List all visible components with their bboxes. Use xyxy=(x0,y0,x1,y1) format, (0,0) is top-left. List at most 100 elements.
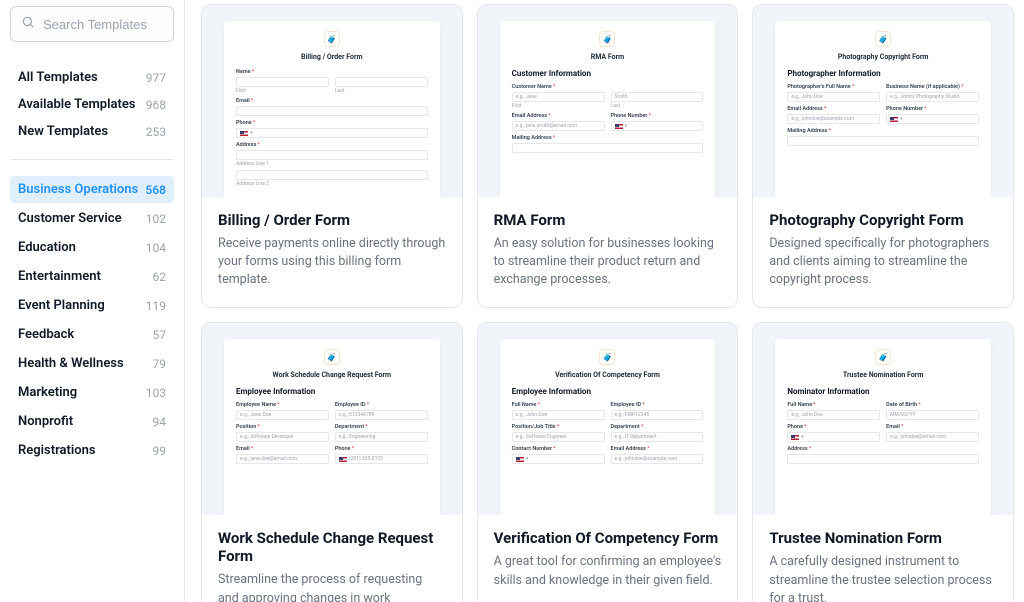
preview-section: Photographer Information xyxy=(787,69,979,78)
card-title: Billing / Order Form xyxy=(218,211,446,229)
template-preview: 🧳 Photography Copyright Form Photographe… xyxy=(753,5,1013,197)
stat-available-templates[interactable]: Available Templates 968 xyxy=(10,91,174,118)
template-card[interactable]: 🧳 Verification Of Competency Form Employ… xyxy=(477,322,739,602)
template-preview: 🧳 Billing / Order Form Name First Last E… xyxy=(202,5,462,197)
category-health-wellness[interactable]: Health & Wellness 79 xyxy=(10,350,174,377)
card-description: A great tool for confirming an employee'… xyxy=(494,553,722,589)
card-description: Receive payments online directly through… xyxy=(218,235,446,289)
card-description: A carefully designed instrument to strea… xyxy=(769,553,997,602)
category-count: 568 xyxy=(145,183,166,197)
template-preview: 🧳 Work Schedule Change Request Form Empl… xyxy=(202,323,462,515)
search-input-wrapper[interactable] xyxy=(10,6,174,42)
preview-title: Trustee Nomination Form xyxy=(787,371,979,379)
briefcase-icon: 🧳 xyxy=(875,31,891,47)
template-preview: 🧳 Verification Of Competency Form Employ… xyxy=(478,323,738,515)
category-count: 57 xyxy=(153,328,167,342)
template-card[interactable]: 🧳 Work Schedule Change Request Form Empl… xyxy=(201,322,463,602)
card-description: Designed specifically for photographers … xyxy=(769,235,997,289)
preview-title: Billing / Order Form xyxy=(236,53,428,61)
preview-title: RMA Form xyxy=(512,53,704,61)
search-icon xyxy=(21,15,35,33)
stat-label: Available Templates xyxy=(18,97,136,112)
stat-count: 253 xyxy=(146,125,166,139)
stat-label: All Templates xyxy=(18,70,98,85)
preview-section: Employee Information xyxy=(236,387,428,396)
card-body: Photography Copyright Form Designed spec… xyxy=(753,197,1013,307)
card-title: Work Schedule Change Request Form xyxy=(218,529,446,565)
preview-section: Employee Information xyxy=(512,387,704,396)
category-count: 94 xyxy=(153,415,167,429)
category-count: 104 xyxy=(146,241,166,255)
category-label: Marketing xyxy=(18,385,77,400)
card-title: Verification Of Competency Form xyxy=(494,529,722,547)
preview-section: Customer Information xyxy=(512,69,704,78)
template-preview: 🧳 Trustee Nomination Form Nominator Info… xyxy=(753,323,1013,515)
category-count: 102 xyxy=(146,212,166,226)
card-description: Streamline the process of requesting and… xyxy=(218,571,446,602)
card-title: Trustee Nomination Form xyxy=(769,529,997,547)
category-feedback[interactable]: Feedback 57 xyxy=(10,321,174,348)
template-preview: 🧳 RMA Form Customer Information Customer… xyxy=(478,5,738,197)
category-registrations[interactable]: Registrations 99 xyxy=(10,437,174,464)
stat-label: New Templates xyxy=(18,124,108,139)
category-label: Registrations xyxy=(18,443,96,458)
card-body: Work Schedule Change Request Form Stream… xyxy=(202,515,462,602)
stat-all-templates[interactable]: All Templates 977 xyxy=(10,64,174,91)
stat-count: 977 xyxy=(146,71,166,85)
card-body: Billing / Order Form Receive payments on… xyxy=(202,197,462,307)
template-card[interactable]: 🧳 Billing / Order Form Name First Last E… xyxy=(201,4,463,308)
preview-paper: 🧳 Trustee Nomination Form Nominator Info… xyxy=(775,339,991,515)
preview-paper: 🧳 Verification Of Competency Form Employ… xyxy=(500,339,716,515)
category-label: Health & Wellness xyxy=(18,356,124,371)
card-body: RMA Form An easy solution for businesses… xyxy=(478,197,738,307)
preview-paper: 🧳 Billing / Order Form Name First Last E… xyxy=(224,21,440,197)
sidebar-separator xyxy=(10,159,174,160)
category-business-operations[interactable]: Business Operations 568 xyxy=(10,176,174,203)
category-customer-service[interactable]: Customer Service 102 xyxy=(10,205,174,232)
card-description: An easy solution for businesses looking … xyxy=(494,235,722,289)
category-label: Event Planning xyxy=(18,298,105,313)
category-label: Feedback xyxy=(18,327,74,342)
category-count: 62 xyxy=(153,270,167,284)
category-label: Nonprofit xyxy=(18,414,73,429)
category-label: Customer Service xyxy=(18,211,122,226)
category-nonprofit[interactable]: Nonprofit 94 xyxy=(10,408,174,435)
category-marketing[interactable]: Marketing 103 xyxy=(10,379,174,406)
category-entertainment[interactable]: Entertainment 62 xyxy=(10,263,174,290)
category-label: Entertainment xyxy=(18,269,101,284)
search-input[interactable] xyxy=(43,17,163,32)
category-count: 119 xyxy=(146,299,166,313)
briefcase-icon: 🧳 xyxy=(324,349,340,365)
stat-new-templates[interactable]: New Templates 253 xyxy=(10,118,174,145)
category-label: Education xyxy=(18,240,76,255)
template-card[interactable]: 🧳 RMA Form Customer Information Customer… xyxy=(477,4,739,308)
preview-title: Work Schedule Change Request Form xyxy=(236,371,428,379)
briefcase-icon: 🧳 xyxy=(875,349,891,365)
briefcase-icon: 🧳 xyxy=(599,31,615,47)
category-count: 103 xyxy=(146,386,166,400)
category-event-planning[interactable]: Event Planning 119 xyxy=(10,292,174,319)
card-title: Photography Copyright Form xyxy=(769,211,997,229)
category-count: 79 xyxy=(153,357,167,371)
preview-paper: 🧳 Photography Copyright Form Photographe… xyxy=(775,21,991,197)
category-count: 99 xyxy=(153,444,167,458)
template-grid: 🧳 Billing / Order Form Name First Last E… xyxy=(201,4,1014,602)
preview-paper: 🧳 Work Schedule Change Request Form Empl… xyxy=(224,339,440,515)
card-title: RMA Form xyxy=(494,211,722,229)
card-body: Verification Of Competency Form A great … xyxy=(478,515,738,602)
preview-section: Nominator Information xyxy=(787,387,979,396)
category-label: Business Operations xyxy=(18,182,138,197)
preview-paper: 🧳 RMA Form Customer Information Customer… xyxy=(500,21,716,197)
briefcase-icon: 🧳 xyxy=(324,31,340,47)
category-list: Business Operations 568 Customer Service… xyxy=(10,176,174,464)
preview-title: Verification Of Competency Form xyxy=(512,371,704,379)
category-education[interactable]: Education 104 xyxy=(10,234,174,261)
template-card[interactable]: 🧳 Photography Copyright Form Photographe… xyxy=(752,4,1014,308)
template-card[interactable]: 🧳 Trustee Nomination Form Nominator Info… xyxy=(752,322,1014,602)
briefcase-icon: 🧳 xyxy=(599,349,615,365)
card-body: Trustee Nomination Form A carefully desi… xyxy=(753,515,1013,602)
top-stats: All Templates 977 Available Templates 96… xyxy=(10,64,174,145)
preview-title: Photography Copyright Form xyxy=(787,53,979,61)
sidebar: All Templates 977 Available Templates 96… xyxy=(0,0,185,602)
stat-count: 968 xyxy=(146,98,166,112)
